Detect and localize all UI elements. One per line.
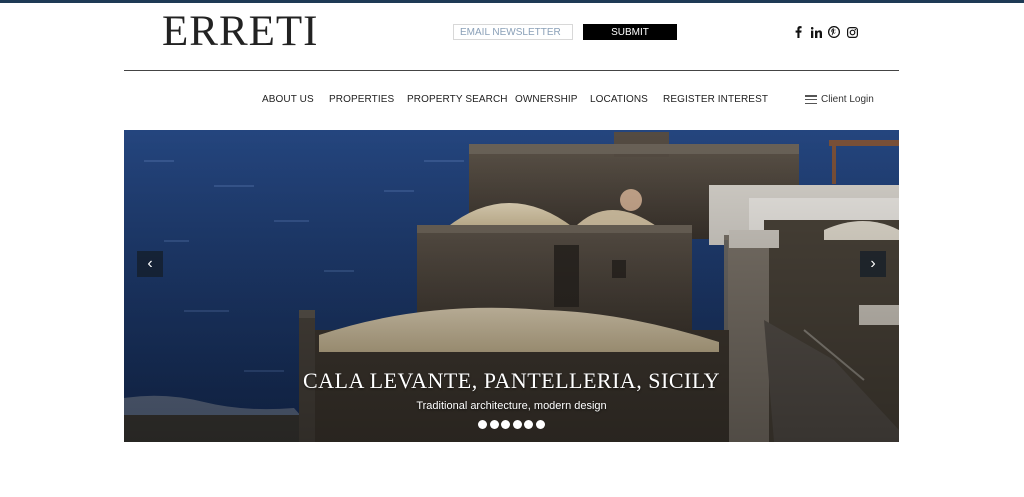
instagram-icon[interactable] <box>844 24 860 40</box>
slide-title: CALA LEVANTE, PANTELLERIA, SICILY <box>302 368 720 393</box>
nav-item-properties[interactable]: PROPERTIES <box>329 94 394 105</box>
pinterest-icon[interactable] <box>826 24 842 40</box>
slider-pagination <box>478 420 547 429</box>
linkedin-icon[interactable] <box>808 24 824 40</box>
social-links <box>790 24 862 40</box>
nav-item-locations[interactable]: LOCATIONS <box>590 94 648 105</box>
slider-prev-arrow[interactable]: ‹ <box>137 251 163 277</box>
top-accent-bar <box>0 0 1024 3</box>
chevron-right-icon: › <box>870 255 876 272</box>
slider-dot[interactable] <box>524 420 533 429</box>
slider-dot[interactable] <box>489 420 499 429</box>
nav-item-ownership[interactable]: OWNERSHIP <box>515 94 578 105</box>
slide-subtitle: Traditional architecture, modern design <box>416 400 607 412</box>
menu-icon <box>805 95 817 104</box>
hero-slider: ‹ › CALA LEVANTE, PANTELLERIA, SICILY Tr… <box>124 130 899 442</box>
header-divider <box>124 70 899 71</box>
slider-dot[interactable] <box>478 420 487 429</box>
nav-item-property-search[interactable]: PROPERTY SEARCH <box>407 94 508 105</box>
submit-button[interactable]: SUBMIT <box>583 24 677 40</box>
nav-item-register-interest[interactable]: REGISTER INTEREST <box>663 94 768 105</box>
hero-image <box>124 130 899 442</box>
slider-next-arrow[interactable]: › <box>860 251 886 277</box>
slider-dot[interactable] <box>512 420 522 429</box>
email-newsletter-input[interactable] <box>453 24 573 40</box>
slider-dot[interactable] <box>501 420 510 429</box>
client-login-link[interactable]: Client Login <box>805 94 874 105</box>
nav-item-about-us[interactable]: ABOUT US <box>262 94 314 105</box>
slider-dot[interactable] <box>535 420 545 429</box>
chevron-left-icon: ‹ <box>147 255 153 272</box>
client-login-label: Client Login <box>821 94 874 105</box>
facebook-icon[interactable] <box>790 24 806 40</box>
brand-logo[interactable]: ERRETI <box>162 9 318 55</box>
